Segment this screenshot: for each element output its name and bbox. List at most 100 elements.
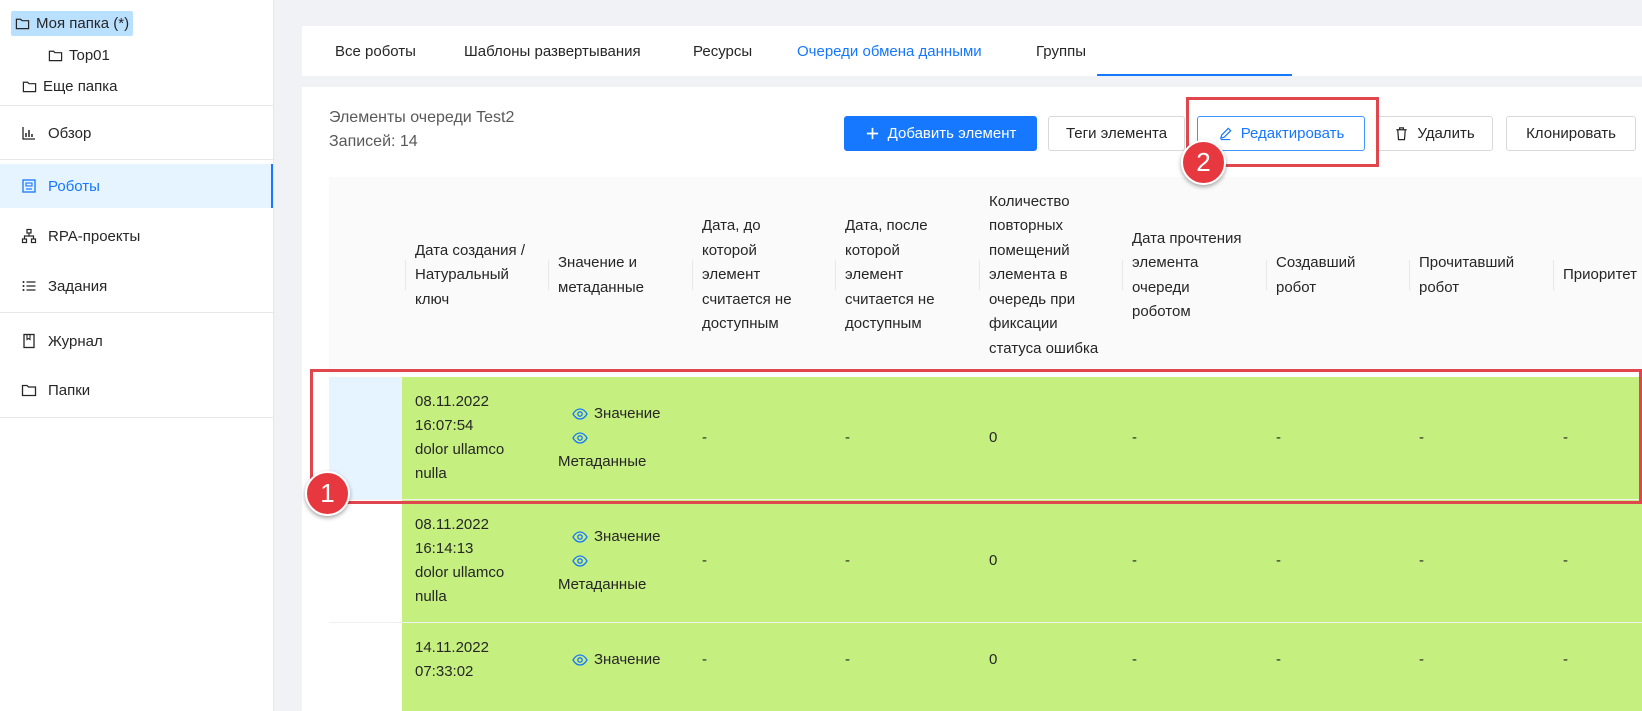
sidebar-item-label: Журнал (48, 332, 103, 350)
button-label: Удалить (1417, 125, 1475, 142)
sidebar-item-label: Роботы (48, 177, 100, 195)
button-label: Редактировать (1240, 125, 1345, 142)
column-divider (1266, 260, 1267, 290)
tab-groups[interactable]: Группы (1036, 26, 1086, 76)
cell-reader: - (1419, 552, 1424, 569)
column-header-date-until[interactable]: Дата, до которой элемент считается не до… (702, 177, 792, 374)
header-line: Значение и (558, 254, 638, 271)
list-icon (22, 281, 36, 291)
record-count: Записей: 14 (329, 133, 418, 150)
cell-read-date: - (1132, 651, 1137, 668)
header-line: Натуральный (415, 266, 509, 284)
button-label: Добавить элемент (887, 125, 1017, 142)
header-line: элемент (702, 266, 761, 284)
view-metadata-link[interactable] (558, 426, 661, 450)
header-line: Прочитавший (1419, 254, 1515, 271)
delete-button[interactable]: Удалить (1376, 116, 1493, 151)
tree-folder-label: Еще папка (43, 78, 118, 95)
tree-folder-other[interactable]: Еще папка (18, 74, 122, 99)
sidebar-item-label: Папки (48, 381, 91, 399)
header-line: метаданные (558, 278, 644, 296)
cell-retry-count: 0 (989, 429, 998, 446)
view-value-link[interactable]: Значение (558, 402, 661, 426)
view-value-label: Значение (594, 651, 661, 668)
sidebar-item-overview[interactable]: Обзор (0, 111, 273, 155)
sidebar-item-folders[interactable]: Папки (0, 368, 273, 412)
column-header-retry-count[interactable]: Количество повторных помещений элемента … (989, 177, 1098, 374)
view-value-link[interactable]: Значение (558, 648, 661, 672)
column-header-priority[interactable]: Приоритет (1563, 177, 1637, 374)
add-element-button[interactable]: Добавить элемент (844, 116, 1037, 151)
tab-bar: Все роботы Шаблоны развертывания Ресурсы… (302, 26, 1642, 76)
header-line: помещений (989, 241, 1070, 259)
nav-divider (0, 312, 273, 313)
column-header-created[interactable]: Дата создания / Натуральный ключ (415, 177, 525, 374)
cell-value-meta: Значение Метаданные (558, 525, 661, 597)
column-divider (405, 260, 406, 290)
cell-creator: - (1276, 429, 1281, 446)
header-line: Создавший (1276, 254, 1356, 271)
trash-icon (1396, 127, 1408, 141)
tree-folder-my-folder[interactable]: Моя папка (*) (11, 11, 134, 36)
element-tags-button[interactable]: Теги элемента (1048, 116, 1185, 151)
column-divider (835, 260, 836, 290)
tree-folder-label: Моя папка (*) (36, 15, 130, 32)
eye-icon (572, 555, 588, 567)
cell-line: 16:14:13 (415, 540, 474, 557)
column-header-date-after[interactable]: Дата, после которой элемент считается не… (845, 177, 935, 374)
cell-created: 08.11.2022 16:14:13 dolor ullamco nulla (415, 513, 504, 609)
book-icon (23, 333, 35, 349)
view-metadata-label: Метаданные (558, 576, 647, 593)
tab-active-indicator (1097, 74, 1292, 76)
page-title: Элементы очереди Test2 (329, 109, 515, 126)
cell-date-after: - (845, 429, 850, 446)
plus-icon (866, 127, 878, 140)
column-header-read-date[interactable]: Дата прочтения элемента очереди роботом (1132, 177, 1242, 374)
tab-all-robots[interactable]: Все роботы (335, 26, 416, 76)
header-line: которой (702, 241, 757, 259)
table-row[interactable]: 08.11.2022 16:14:13 dolor ullamco nulla … (402, 500, 1642, 622)
cell-line: 08.11.2022 (415, 516, 489, 533)
sidebar-item-tasks[interactable]: Задания (0, 264, 273, 308)
cell-line: dolor ullamco (415, 564, 505, 581)
annotation-badge-2: 2 (1181, 140, 1226, 185)
column-header-reader[interactable]: Прочитавший робот (1419, 177, 1514, 374)
nav-divider (0, 159, 273, 160)
header-line: робот (1419, 278, 1460, 296)
header-line: Дата, до (702, 217, 761, 235)
header-line: Дата, после (845, 217, 928, 235)
column-header-value-meta[interactable]: Значение и метаданные (558, 177, 644, 374)
header-line: повторных (989, 217, 1064, 235)
sidebar-item-rpa-projects[interactable]: RPA-проекты (0, 214, 273, 258)
tab-templates[interactable]: Шаблоны развертывания (464, 26, 641, 76)
tree-folder-top01[interactable]: Top01 (44, 43, 114, 68)
view-value-link[interactable]: Значение (558, 525, 661, 549)
folder-icon (48, 50, 63, 62)
header-line: ключ (415, 290, 450, 308)
cell-value-meta: Значение Метаданные (558, 402, 661, 474)
view-metadata-link[interactable] (558, 549, 661, 573)
sidebar-item-robots[interactable]: Роботы (0, 164, 273, 208)
table-row[interactable]: 14.11.2022 07:33:02 Значение - - 0 - - -… (402, 623, 1642, 711)
cell-line: 07:33:02 (415, 663, 474, 680)
clone-button[interactable]: Клонировать (1506, 116, 1636, 151)
header-line: Приоритет (1563, 266, 1637, 284)
cell-creator: - (1276, 651, 1281, 668)
tab-queues[interactable]: Очереди обмена данными (797, 26, 982, 76)
edit-button[interactable]: Редактировать (1197, 116, 1365, 151)
cell-read-date: - (1132, 552, 1137, 569)
sidebar-item-journal[interactable]: Журнал (0, 319, 273, 363)
nav-divider (0, 105, 273, 106)
header-line: считается не (702, 290, 792, 308)
column-divider (548, 260, 549, 290)
cell-date-until: - (702, 651, 707, 668)
tab-resources[interactable]: Ресурсы (693, 26, 752, 76)
column-divider (979, 260, 980, 290)
folder-icon (15, 18, 30, 30)
table-row[interactable]: 08.11.2022 16:07:54 dolor ullamco nulla … (402, 377, 1642, 499)
header-line: Дата прочтения (1132, 229, 1242, 247)
view-metadata-label: Метаданные (558, 453, 647, 470)
column-divider (1122, 260, 1123, 290)
column-header-creator[interactable]: Создавший робот (1276, 177, 1355, 374)
cell-line: 14.11.2022 (415, 639, 489, 656)
